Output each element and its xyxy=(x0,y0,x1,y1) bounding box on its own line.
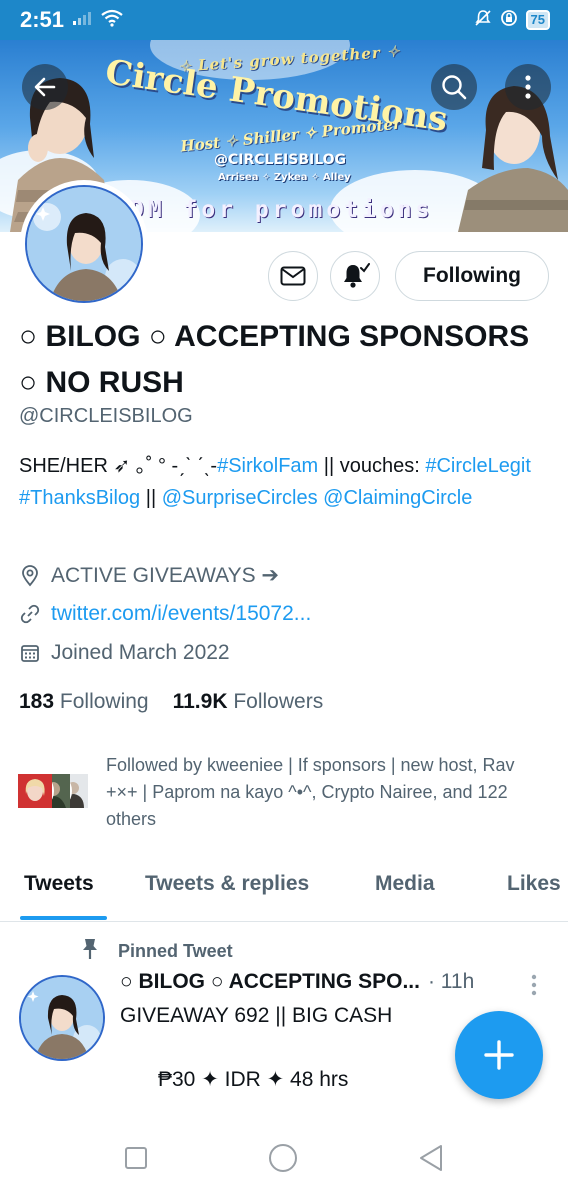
recents-button[interactable] xyxy=(124,1146,148,1175)
banner-subtitle: Host ✧ Shiller ✧ Promoter xyxy=(179,114,402,156)
banner-handle: @CIRCLEISBILOG xyxy=(214,152,347,168)
bio-text: || vouches: xyxy=(318,455,426,477)
tab-tweets-replies[interactable]: Tweets & replies xyxy=(145,872,309,896)
more-vertical-icon xyxy=(531,974,537,996)
profile-tabs: Tweets Tweets & replies Media Likes xyxy=(0,862,568,922)
mail-icon xyxy=(280,266,306,286)
tweet-header: ○ BILOG ○ ACCEPTING SPO... · 11h xyxy=(120,970,520,994)
bell-check-icon xyxy=(344,263,370,288)
avatar-image xyxy=(27,187,141,301)
profile-website[interactable]: twitter.com/i/events/15072... xyxy=(19,602,311,626)
joined-text: Joined March 2022 xyxy=(51,641,230,664)
avatar xyxy=(16,772,54,810)
status-time: 2:51 xyxy=(20,7,65,32)
banner-names: Arrisea ✧ Zykea ✧ Alley xyxy=(218,172,351,183)
search-button[interactable] xyxy=(431,64,477,110)
followed-by-text[interactable]: Followed by kweeniee | If sponsors | new… xyxy=(106,752,546,833)
compose-tweet-button[interactable] xyxy=(455,1011,543,1099)
wifi-icon xyxy=(100,9,124,32)
message-button[interactable] xyxy=(268,251,318,301)
hashtag-link[interactable]: #ThanksBilog xyxy=(19,487,140,509)
profile-location: ACTIVE GIVEAWAYS ➔ xyxy=(19,563,279,588)
tab-tweets[interactable]: Tweets xyxy=(24,872,94,896)
arrow-left-icon xyxy=(34,77,56,97)
follow-counts: 183 Following 11.9K Followers xyxy=(19,690,323,714)
profile-avatar[interactable] xyxy=(20,180,148,308)
bio-text: || xyxy=(140,487,162,509)
mute-icon xyxy=(474,9,492,32)
followed-by-avatars[interactable] xyxy=(16,772,96,814)
calendar-icon xyxy=(19,642,41,664)
system-nav-bar xyxy=(0,1120,568,1200)
location-pin-icon xyxy=(19,564,41,587)
home-button[interactable] xyxy=(268,1143,298,1178)
link-icon xyxy=(19,603,41,625)
pinned-label: Pinned Tweet xyxy=(80,937,233,966)
followers-count: 11.9K xyxy=(172,690,228,713)
plus-icon xyxy=(484,1040,514,1070)
hashtag-link[interactable]: #SirkolFam xyxy=(217,455,318,477)
banner-cta: DM for promotions xyxy=(130,197,434,223)
battery-icon: 75 xyxy=(525,10,550,30)
tab-active-indicator xyxy=(20,916,107,920)
website-link[interactable]: twitter.com/i/events/15072... xyxy=(51,602,311,626)
followers-count-link[interactable]: 11.9K Followers xyxy=(173,690,324,714)
following-button[interactable]: Following xyxy=(395,251,549,301)
data-saver-icon xyxy=(500,9,518,32)
mention-link[interactable]: @ClaimingCircle xyxy=(323,487,472,509)
more-options-button[interactable] xyxy=(505,64,551,110)
tweet-text: GIVEAWAY 692 || BIG CASH xyxy=(120,1004,393,1027)
back-button[interactable] xyxy=(22,64,68,110)
profile-bio: SHE/HER ➶ ｡˚ ° -ˏˋ ˊˎ-#SirkolFam || vouc… xyxy=(19,450,549,514)
location-text: ACTIVE GIVEAWAYS ➔ xyxy=(51,564,280,587)
tweet-time: · 11h xyxy=(427,970,475,993)
profile-handle: @CIRCLEISBILOG xyxy=(19,405,193,427)
back-nav-button[interactable] xyxy=(418,1144,444,1177)
signal-icon xyxy=(72,11,92,30)
hashtag-link[interactable]: #CircleLegit xyxy=(425,455,531,477)
following-label: Following xyxy=(59,690,149,713)
status-bar: 2:51 75 xyxy=(0,0,568,40)
square-icon xyxy=(125,1146,147,1169)
followers-label: Followers xyxy=(233,690,324,713)
circle-icon xyxy=(269,1143,297,1172)
mention-link[interactable]: @SurpriseCircles xyxy=(162,487,318,509)
tweet-text-line: ₱30 ✦ IDR ✦ 48 hrs xyxy=(158,1068,349,1091)
pin-icon xyxy=(80,937,100,966)
notifications-button[interactable] xyxy=(330,251,380,301)
tab-likes[interactable]: Likes xyxy=(507,872,561,896)
more-vertical-icon xyxy=(525,75,531,99)
avatar-image xyxy=(21,977,103,1059)
profile-joined: Joined March 2022 xyxy=(19,641,230,665)
tweet-avatar[interactable] xyxy=(19,975,105,1061)
following-count: 183 xyxy=(19,690,55,713)
triangle-back-icon xyxy=(420,1144,442,1171)
following-count-link[interactable]: 183 Following xyxy=(19,690,149,714)
search-icon xyxy=(442,75,467,100)
display-name: ○ BILOG ○ ACCEPTING SPONSORS ○ NO RUSH xyxy=(19,320,530,399)
pinned-text: Pinned Tweet xyxy=(118,941,233,961)
tweet-author[interactable]: ○ BILOG ○ ACCEPTING SPO... xyxy=(120,970,420,994)
tweet-more-button[interactable] xyxy=(530,973,538,1002)
tab-media[interactable]: Media xyxy=(375,872,435,896)
bio-text: SHE/HER ➶ ｡˚ ° -ˏˋ ˊˎ- xyxy=(19,455,218,477)
